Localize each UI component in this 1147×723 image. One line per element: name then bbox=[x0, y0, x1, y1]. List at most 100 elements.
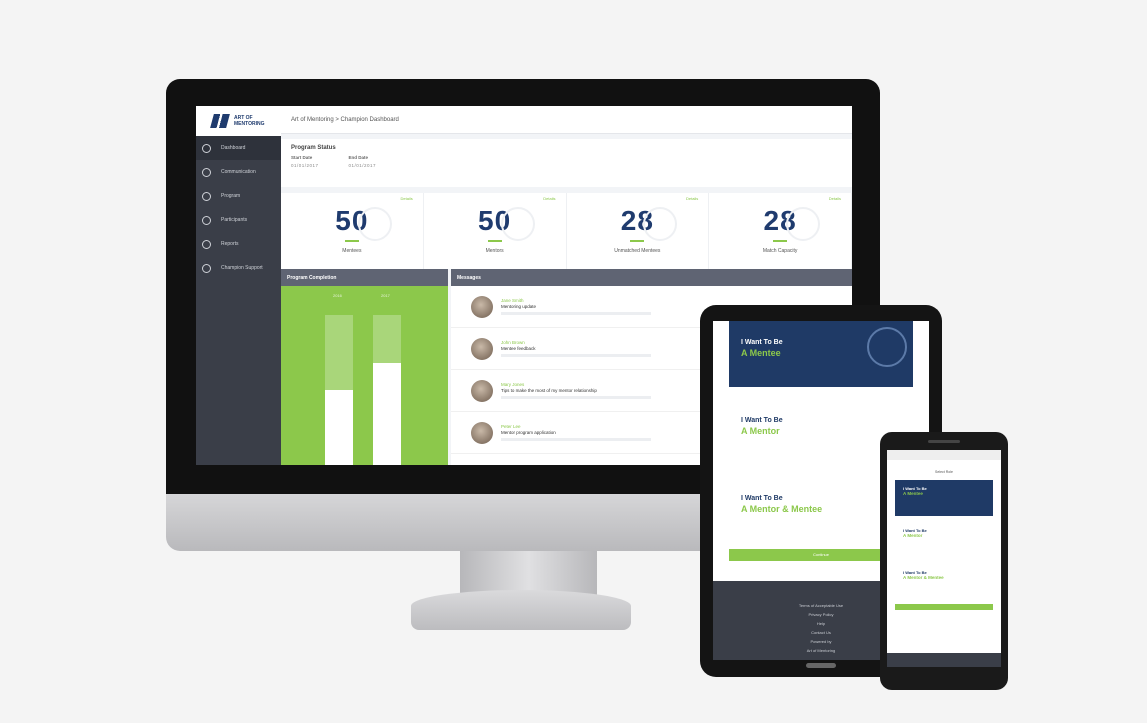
role-card-mentee[interactable]: I Want To Be A Mentee bbox=[729, 321, 913, 387]
avatar bbox=[471, 337, 493, 360]
logo[interactable]: ART OF MENTORING bbox=[196, 106, 281, 136]
avatar bbox=[471, 421, 493, 444]
message-sender: Peter Lee bbox=[501, 424, 521, 429]
message-sender: Jane Smith bbox=[501, 298, 524, 303]
sidebar-item-label: Champion Support bbox=[221, 265, 263, 271]
stats-row: Details 50 Mentees Details 50 Mentors De… bbox=[281, 193, 852, 269]
end-date-label: End Date bbox=[348, 155, 369, 160]
phone-continue-button[interactable] bbox=[895, 604, 993, 610]
stat-mentees[interactable]: Details 50 Mentees bbox=[281, 193, 424, 269]
completion-bar-label: 2016 bbox=[333, 293, 342, 298]
logo-text: ART OF MENTORING bbox=[234, 115, 265, 127]
stat-value: 28 bbox=[763, 205, 797, 236]
program-icon bbox=[202, 191, 211, 201]
message-preview bbox=[501, 354, 651, 357]
start-date: Start Date 01/01/2017 bbox=[291, 155, 319, 168]
support-icon bbox=[202, 263, 211, 273]
people-icon bbox=[202, 215, 211, 225]
person-icon bbox=[357, 207, 392, 241]
sidebar-item-label: Participants bbox=[221, 217, 248, 223]
message-preview bbox=[501, 312, 651, 315]
stat-value: 50 bbox=[478, 205, 512, 236]
phone-header bbox=[887, 450, 1001, 460]
sidebar-item-label: Communication bbox=[221, 169, 256, 175]
phone-role-card-mentor[interactable]: I Want To Be A Mentor bbox=[895, 522, 993, 558]
sidebar-item-participants[interactable]: Participants bbox=[196, 208, 281, 232]
end-date-value: 01/01/2017 bbox=[348, 163, 377, 168]
sidebar-item-label: Reports bbox=[221, 241, 239, 247]
role-card-line2: A Mentor & Mentee bbox=[903, 575, 944, 580]
completion-chart: 2016 2017 bbox=[281, 286, 448, 465]
tablet-home-button[interactable] bbox=[806, 663, 836, 668]
role-card-line2: A Mentor bbox=[903, 533, 923, 538]
completion-bar-label: 2017 bbox=[381, 293, 390, 298]
sidebar-item-communication[interactable]: Communication bbox=[196, 160, 281, 184]
program-status-title: Program Status bbox=[291, 145, 336, 151]
person-icon bbox=[867, 327, 907, 367]
stat-details-link[interactable]: Details bbox=[401, 196, 413, 201]
phone-role-card-mentee[interactable]: I Want To Be A Mentee bbox=[895, 480, 993, 516]
sidebar-item-dashboard[interactable]: Dashboard bbox=[196, 136, 281, 160]
avatar bbox=[471, 379, 493, 402]
message-preview bbox=[501, 396, 651, 399]
stat-label: Mentees bbox=[342, 248, 362, 254]
person-icon bbox=[786, 207, 821, 241]
breadcrumb: Art of Mentoring > Champion Dashboard bbox=[281, 106, 852, 134]
stat-underline bbox=[487, 240, 502, 242]
completion-bar bbox=[373, 315, 401, 465]
sidebar-item-reports[interactable]: Reports bbox=[196, 232, 281, 256]
phone-device: Select Role I Want To Be A Mentee I Want… bbox=[880, 432, 1008, 690]
completion-bar-fill bbox=[373, 363, 401, 465]
person-icon bbox=[500, 207, 535, 241]
stat-label: Mentors bbox=[485, 248, 504, 254]
stat-unmatched-mentees[interactable]: Details 28 Unmatched Mentees bbox=[567, 193, 710, 269]
message-subject: Mentor program application bbox=[501, 430, 556, 435]
panel-title: Program Completion bbox=[281, 269, 448, 286]
stat-value: 28 bbox=[620, 205, 654, 236]
sidebar: ART OF MENTORING Dashboard Communication … bbox=[196, 106, 281, 465]
stat-value: 50 bbox=[335, 205, 369, 236]
phone-screen: Select Role I Want To Be A Mentee I Want… bbox=[887, 450, 1001, 667]
program-status: Program Status Start Date 01/01/2017 End … bbox=[281, 139, 852, 187]
avatar bbox=[471, 295, 493, 318]
stat-details-link[interactable]: Details bbox=[686, 196, 698, 201]
panel-title: Messages bbox=[451, 269, 852, 286]
stat-underline bbox=[630, 240, 645, 242]
role-card-line2: A Mentor & Mentee bbox=[741, 504, 823, 514]
phone-nav-bar bbox=[880, 670, 1008, 690]
sidebar-item-program[interactable]: Program bbox=[196, 184, 281, 208]
message-sender: John Brown bbox=[501, 340, 525, 345]
monitor-foot bbox=[411, 590, 631, 630]
phone-role-card-mentor-mentee[interactable]: I Want To Be A Mentor & Mentee bbox=[895, 564, 993, 600]
sidebar-item-label: Program bbox=[221, 193, 241, 199]
message-preview bbox=[501, 438, 651, 441]
stat-label: Unmatched Mentees bbox=[614, 248, 661, 254]
stat-details-link[interactable]: Details bbox=[829, 196, 841, 201]
phone-footer bbox=[887, 653, 1001, 667]
stat-mentors[interactable]: Details 50 Mentors bbox=[424, 193, 567, 269]
start-date-value: 01/01/2017 bbox=[291, 163, 319, 168]
stat-details-link[interactable]: Details bbox=[543, 196, 555, 201]
stat-underline bbox=[773, 240, 788, 242]
program-completion-panel: Program Completion 2016 2017 bbox=[281, 269, 448, 465]
stat-label: Match Capacity bbox=[762, 248, 798, 254]
message-subject: Mentee feedback bbox=[501, 346, 536, 351]
role-card-line2: A Mentee bbox=[903, 491, 923, 496]
chat-icon bbox=[202, 167, 211, 177]
phone-page-title: Select Role bbox=[935, 470, 953, 474]
end-date: End Date 01/01/2017 bbox=[349, 155, 377, 168]
sidebar-item-label: Dashboard bbox=[221, 145, 246, 151]
stat-match-capacity[interactable]: Details 28 Match Capacity bbox=[709, 193, 852, 269]
completion-bar bbox=[325, 315, 353, 465]
stat-underline bbox=[344, 240, 359, 242]
home-icon bbox=[202, 143, 211, 153]
role-card-line1: I Want To Be bbox=[741, 417, 783, 424]
start-date-label: Start Date bbox=[291, 155, 313, 160]
report-icon bbox=[202, 239, 211, 249]
message-subject: Tips to make the most of my mentor relat… bbox=[501, 388, 597, 393]
role-card-line1: I Want To Be bbox=[741, 495, 783, 502]
completion-bar-fill bbox=[325, 390, 353, 465]
sidebar-item-champion-support[interactable]: Champion Support bbox=[196, 256, 281, 280]
role-card-line2: A Mentor bbox=[741, 426, 780, 436]
logo-icon bbox=[210, 114, 230, 128]
